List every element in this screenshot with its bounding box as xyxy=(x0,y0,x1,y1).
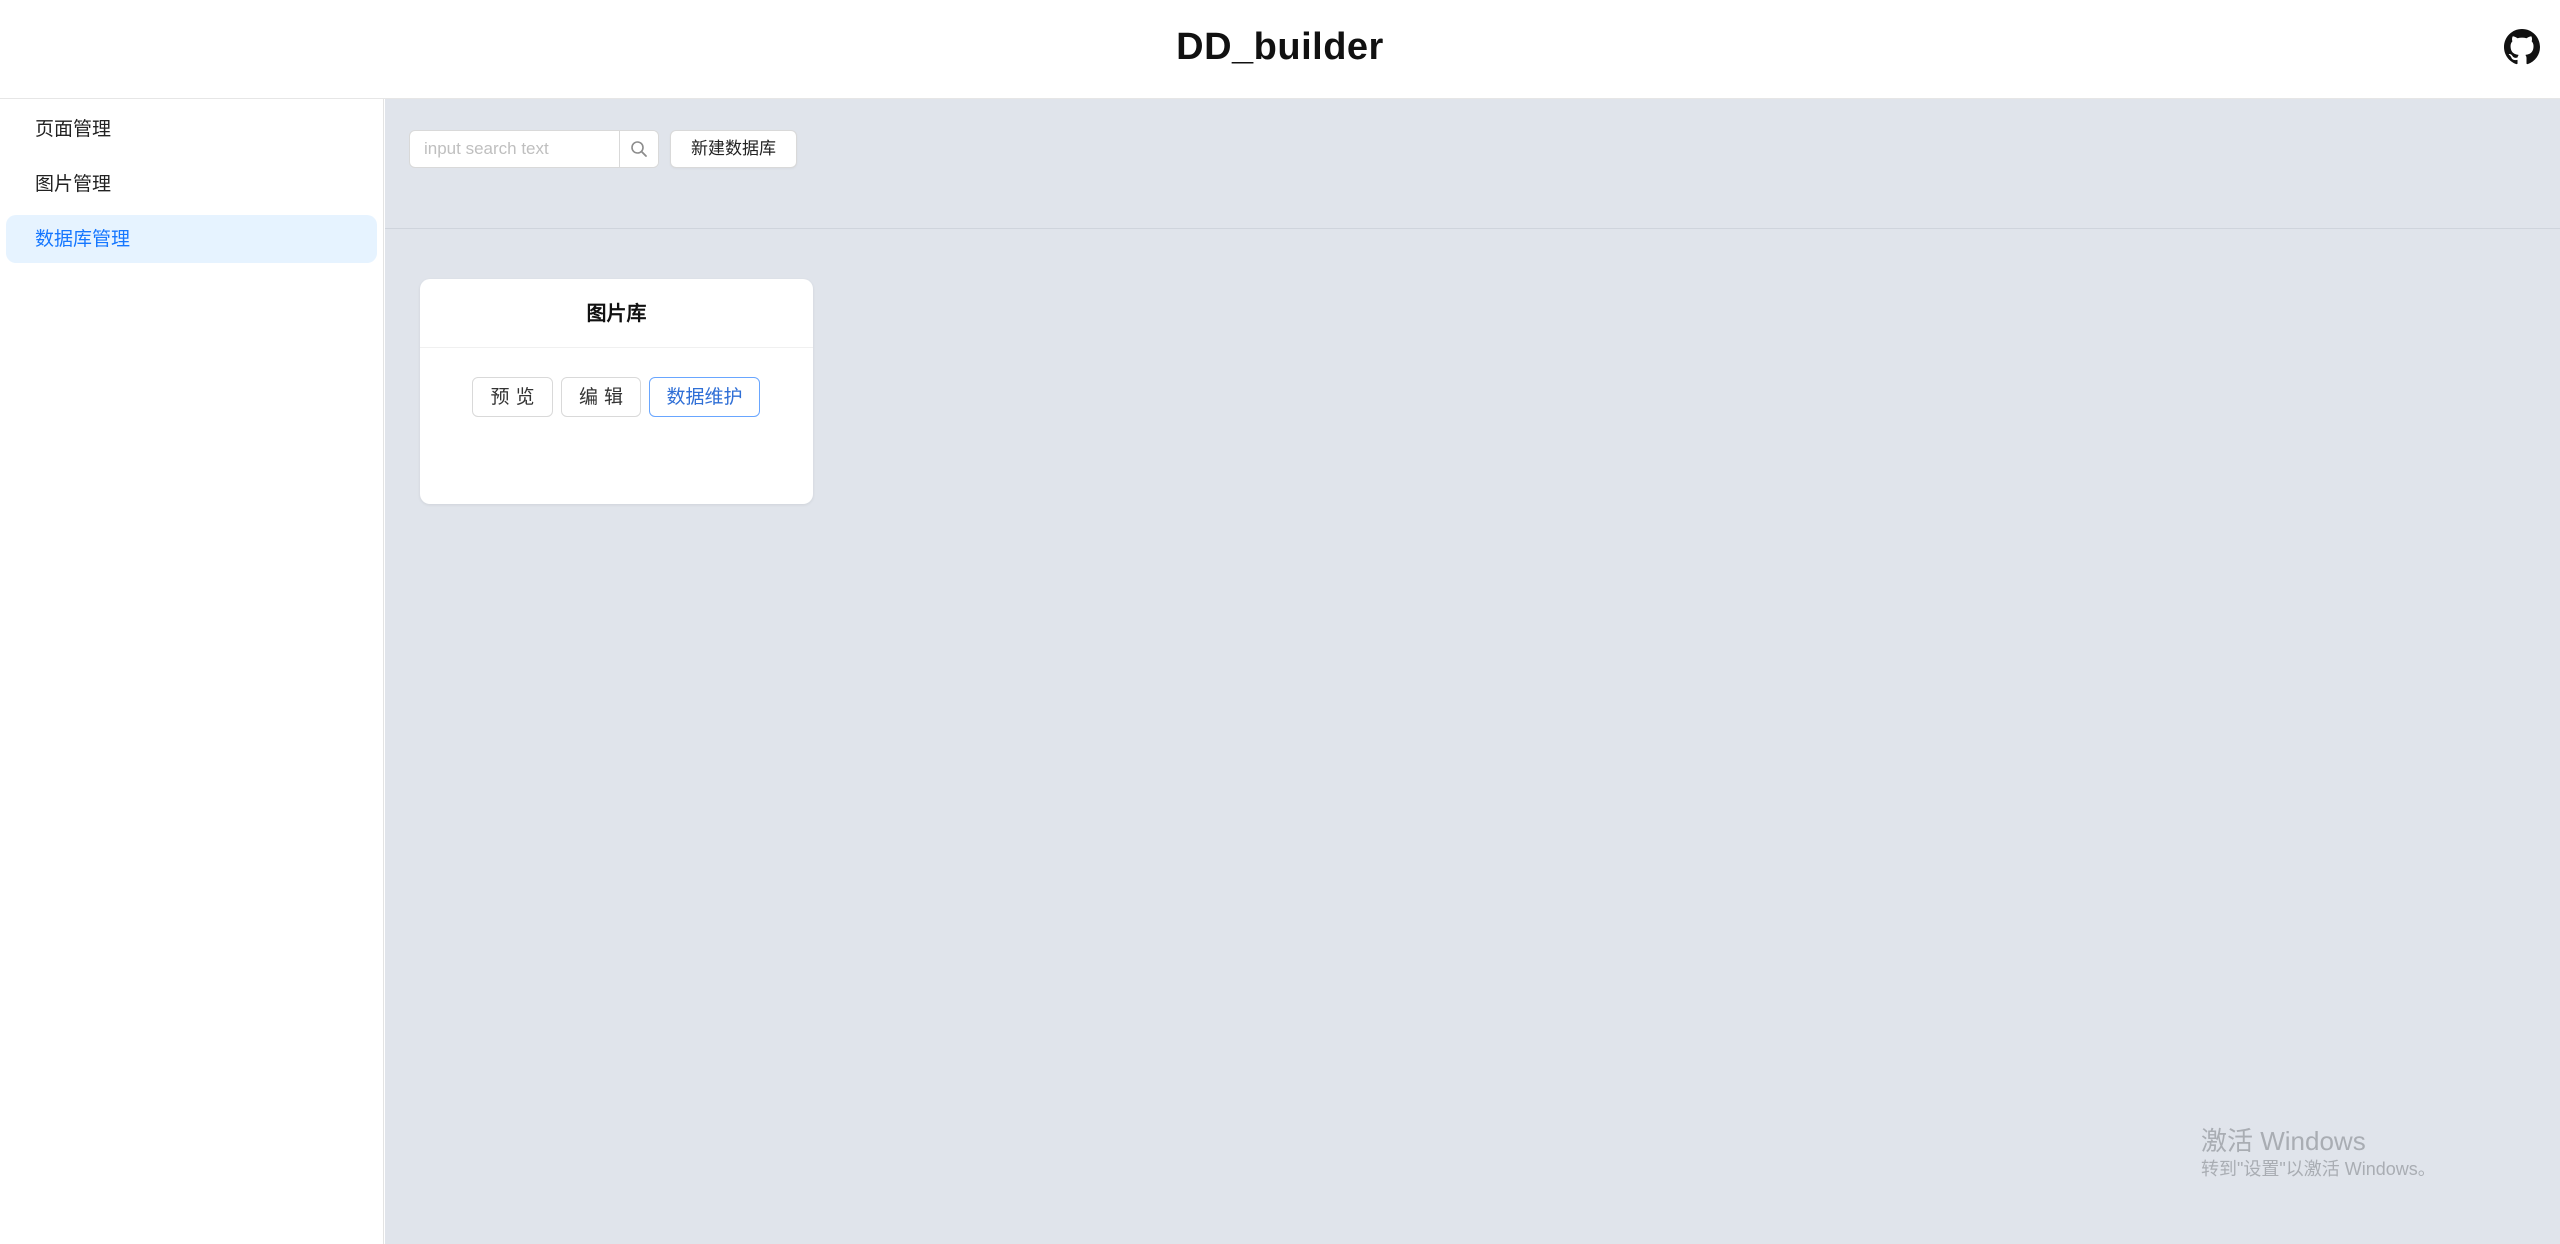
toolbar-divider xyxy=(385,228,2560,229)
card-title: 图片库 xyxy=(420,279,813,348)
search-input[interactable] xyxy=(410,131,620,167)
watermark-subtitle: 转到"设置"以激活 Windows。 xyxy=(2201,1159,2436,1179)
sidebar-item-page-management[interactable]: 页面管理 xyxy=(6,105,377,153)
github-icon[interactable] xyxy=(2504,29,2540,65)
windows-activation-watermark: 激活 Windows 转到"设置"以激活 Windows。 xyxy=(2201,1125,2436,1181)
sidebar-item-label: 图片管理 xyxy=(35,173,112,195)
sidebar-item-label: 页面管理 xyxy=(35,118,112,140)
search-box xyxy=(409,130,659,168)
search-icon xyxy=(631,141,647,157)
new-database-button[interactable]: 新建数据库 xyxy=(670,130,797,168)
sidebar-item-label: 数据库管理 xyxy=(35,228,131,250)
watermark-title: 激活 Windows xyxy=(2201,1126,2366,1156)
database-card: 图片库 预 览 编 辑 数据维护 xyxy=(420,279,813,504)
sidebar: 页面管理 图片管理 数据库管理 xyxy=(0,99,384,1244)
top-header: DD_builder xyxy=(0,0,2560,99)
preview-button[interactable]: 预 览 xyxy=(472,377,553,417)
sidebar-item-image-management[interactable]: 图片管理 xyxy=(6,160,377,208)
data-maintenance-button[interactable]: 数据维护 xyxy=(649,377,760,417)
main-content: 新建数据库 图片库 预 览 编 辑 数据维护 xyxy=(385,99,2560,1244)
app-title: DD_builder xyxy=(1176,26,1384,68)
edit-button[interactable]: 编 辑 xyxy=(561,377,641,417)
search-button[interactable] xyxy=(619,131,658,167)
sidebar-item-database-management[interactable]: 数据库管理 xyxy=(6,215,377,263)
github-icon-glyph xyxy=(2504,29,2540,65)
